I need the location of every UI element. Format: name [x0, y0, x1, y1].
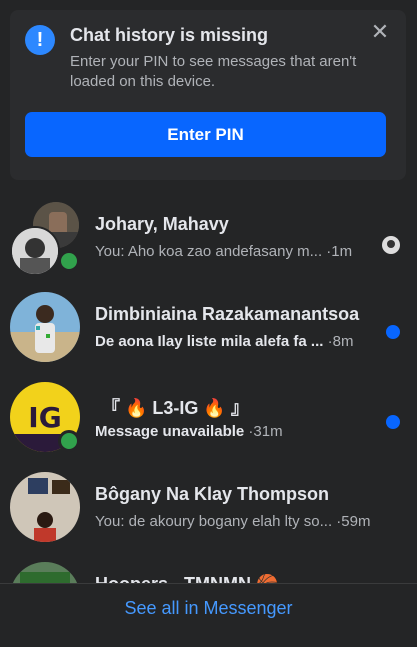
snippet-text: Message unavailable — [95, 423, 245, 440]
conversation-item[interactable]: Dimbiniaina Razakamanantsoa De aona Ilay… — [0, 288, 417, 376]
footer: See all in Messenger — [0, 583, 417, 647]
unread-indicator — [386, 415, 400, 429]
conversation-item[interactable]: Bôgany Na Klay Thompson You: de akoury b… — [0, 468, 417, 556]
conversation-snippet: You: Aho koa zao andefasany m... ·1m — [95, 243, 352, 260]
conversation-snippet: You: de akoury bogany elah lty so... ·59… — [95, 513, 370, 530]
timestamp: ·1m — [326, 243, 353, 260]
timestamp: ·59m — [336, 513, 371, 530]
online-status-indicator — [58, 250, 80, 272]
conversation-name: 『 🔥 L3-IG 🔥 』 — [102, 398, 249, 418]
banner-title: Chat history is missing — [70, 25, 269, 45]
snippet-text: You: de akoury bogany elah lty so... — [95, 513, 333, 530]
avatar — [10, 472, 80, 542]
time-value: 31m — [253, 423, 283, 440]
conversation-name: Johary, Mahavy — [95, 214, 229, 234]
conversation-snippet: Message unavailable ·31m — [95, 423, 283, 440]
close-icon[interactable]: ✕ — [368, 20, 392, 44]
seen-avatar — [382, 236, 400, 254]
see-all-in-messenger-link[interactable]: See all in Messenger — [0, 598, 417, 619]
time-value: 8m — [332, 333, 354, 350]
conversation-item[interactable]: Johary, Mahavy You: Aho koa zao andefasa… — [0, 198, 417, 286]
timestamp: ·31m — [248, 423, 283, 440]
conversation-name: Bôgany Na Klay Thompson — [95, 484, 330, 504]
snippet-text: De aona Ilay liste mila alefa fa ... — [95, 333, 324, 350]
time-value: 59m — [341, 513, 371, 530]
avatar — [10, 226, 60, 276]
conversation-snippet: De aona Ilay liste mila alefa fa ... ·8m — [95, 333, 353, 350]
snippet-text: You: Aho koa zao andefasany m... — [95, 243, 323, 260]
svg-text:IG: IG — [28, 401, 61, 434]
conversation-name: Dimbiniaina Razakamanantsoa — [95, 304, 360, 324]
unread-indicator — [386, 325, 400, 339]
timestamp: ·8m — [327, 333, 354, 350]
online-status-indicator — [58, 430, 80, 452]
info-icon: ! — [25, 25, 55, 55]
banner-description: Enter your PIN to see messages that aren… — [70, 53, 357, 90]
conversation-item[interactable]: IG 『 🔥 L3-IG 🔥 』 Message unavailable ·31… — [0, 378, 417, 466]
time-value: 1m — [331, 243, 353, 260]
avatar — [10, 292, 80, 362]
chat-history-banner: ! Chat history is missing Enter your PIN… — [10, 10, 406, 180]
enter-pin-button[interactable]: Enter PIN — [25, 112, 386, 157]
